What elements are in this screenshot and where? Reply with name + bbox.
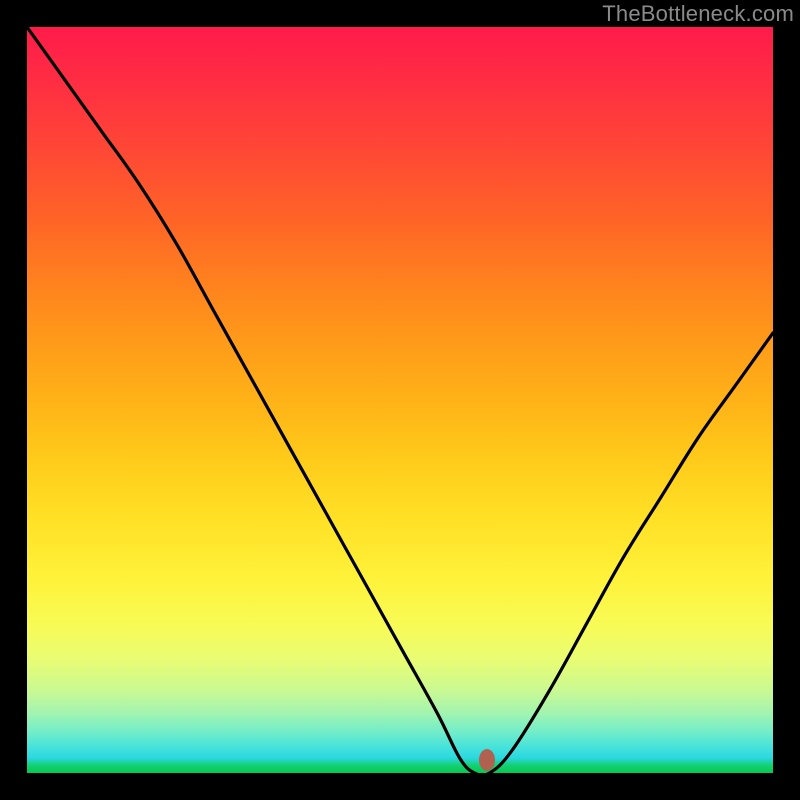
watermark-text: TheBottleneck.com (602, 1, 794, 27)
chart-frame: TheBottleneck.com (0, 0, 800, 800)
plot-area (27, 27, 773, 773)
heat-gradient-background (27, 27, 773, 773)
